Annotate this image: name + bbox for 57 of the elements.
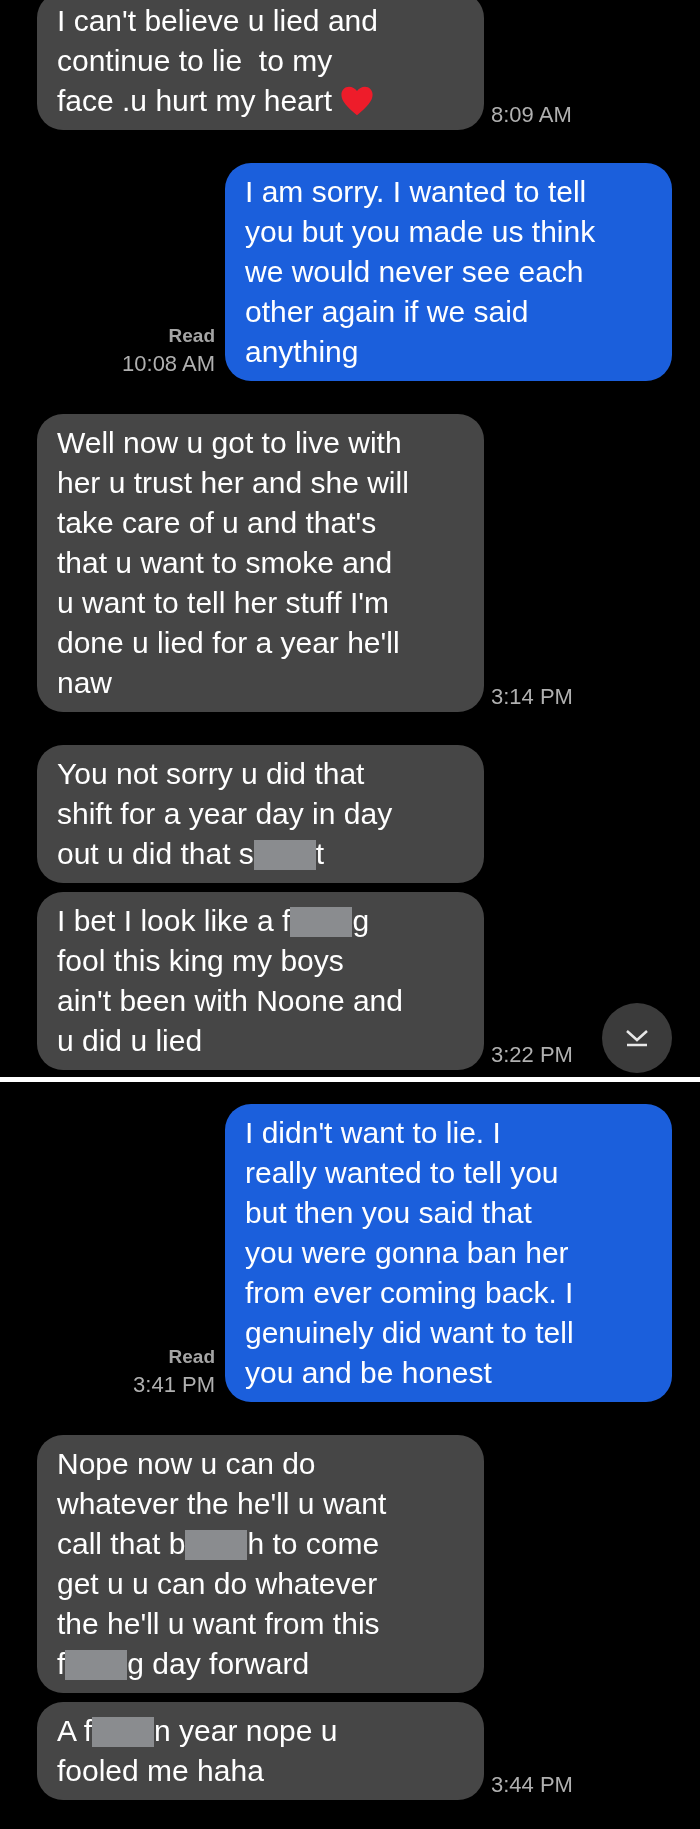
message-text: I didn't want to lie. I: [245, 1115, 501, 1151]
message-text: you were gonna ban her: [245, 1235, 569, 1271]
message-text: you and be honest: [245, 1355, 492, 1391]
message-text: that u want to smoke and: [57, 545, 393, 581]
message-text: the he'll u want from this: [57, 1606, 380, 1642]
message-text: face .u hurt my heart: [57, 83, 333, 119]
message-text: whatever the he'll u want: [57, 1486, 387, 1522]
message-text: fool this king my boys: [57, 943, 344, 979]
redaction-block: [65, 1650, 128, 1680]
message-text: shift for a year day in day: [57, 796, 393, 832]
message-text: u did u lied: [57, 1023, 203, 1059]
message-text: we would never see each: [245, 254, 584, 290]
chevron-down-icon: [624, 1028, 650, 1048]
message-text: A f: [57, 1713, 93, 1749]
message-text: I can't believe u lied and: [57, 3, 378, 39]
message-text: Nope now u can do: [57, 1446, 316, 1482]
message-text: u want to tell her stuff I'm: [57, 585, 389, 621]
redaction-block: [253, 840, 316, 870]
message-text: get u u can do whatever: [57, 1566, 378, 1602]
timestamp: 3:14 PM: [491, 684, 573, 710]
redaction-block: [92, 1717, 155, 1747]
message-text: genuinely did want to tell: [245, 1315, 574, 1351]
message-text: f: [57, 1646, 66, 1682]
message-text: g day forward: [127, 1646, 310, 1682]
redaction-block: [185, 1530, 248, 1560]
message-text: out u did that s: [57, 836, 254, 872]
message-text: from ever coming back. I: [245, 1275, 574, 1311]
message-text: fooled me haha: [57, 1753, 264, 1789]
message-text: done u lied for a year he'll: [57, 625, 400, 661]
message-text: continue to lie to my: [57, 43, 333, 79]
message-text: you but you made us think: [245, 214, 596, 250]
message-text: take care of u and that's: [57, 505, 377, 541]
message-text: naw: [57, 665, 113, 701]
message-text: call that b: [57, 1526, 186, 1562]
message-text: Well now u got to live with: [57, 425, 402, 461]
message-text: You not sorry u did that: [57, 756, 365, 792]
message-text: I bet I look like a f: [57, 903, 291, 939]
message-text: really wanted to tell you: [245, 1155, 559, 1191]
timestamp: 10:08 AM: [122, 351, 215, 377]
message-text: ain't been with Noone and: [57, 983, 403, 1019]
heart-icon: [340, 85, 375, 117]
message-text: anything: [245, 334, 359, 370]
message-text: other again if we said: [245, 294, 529, 330]
message-text: n year nope u: [154, 1713, 338, 1749]
timestamp: 3:44 PM: [491, 1772, 573, 1798]
redaction-block: [290, 907, 353, 937]
message-text: t: [315, 836, 325, 872]
message-text: h to come: [247, 1526, 380, 1562]
message-text: her u trust her and she will: [57, 465, 409, 501]
message-text: g: [352, 903, 370, 939]
timestamp: 8:09 AM: [491, 102, 572, 128]
timestamp: 3:41 PM: [133, 1372, 215, 1398]
timestamp: 3:22 PM: [491, 1042, 573, 1068]
message-text: I am sorry. I wanted to tell: [245, 174, 587, 210]
read-status: Read: [168, 1346, 215, 1368]
message-text: but then you said that: [245, 1195, 532, 1231]
read-status: Read: [168, 325, 215, 347]
